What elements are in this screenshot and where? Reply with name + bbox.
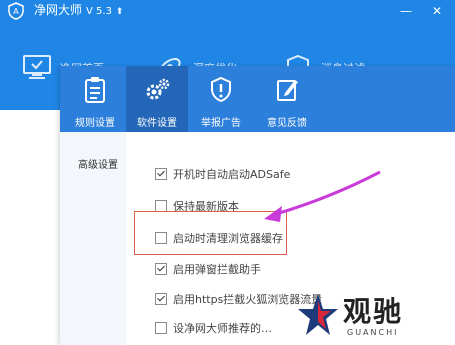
- watermark: 观驰 GUANCHI: [295, 288, 420, 344]
- watermark-text: 观驰: [343, 295, 404, 328]
- watermark-subtext: GUANCHI: [347, 328, 399, 337]
- star-logo-icon: [298, 294, 338, 335]
